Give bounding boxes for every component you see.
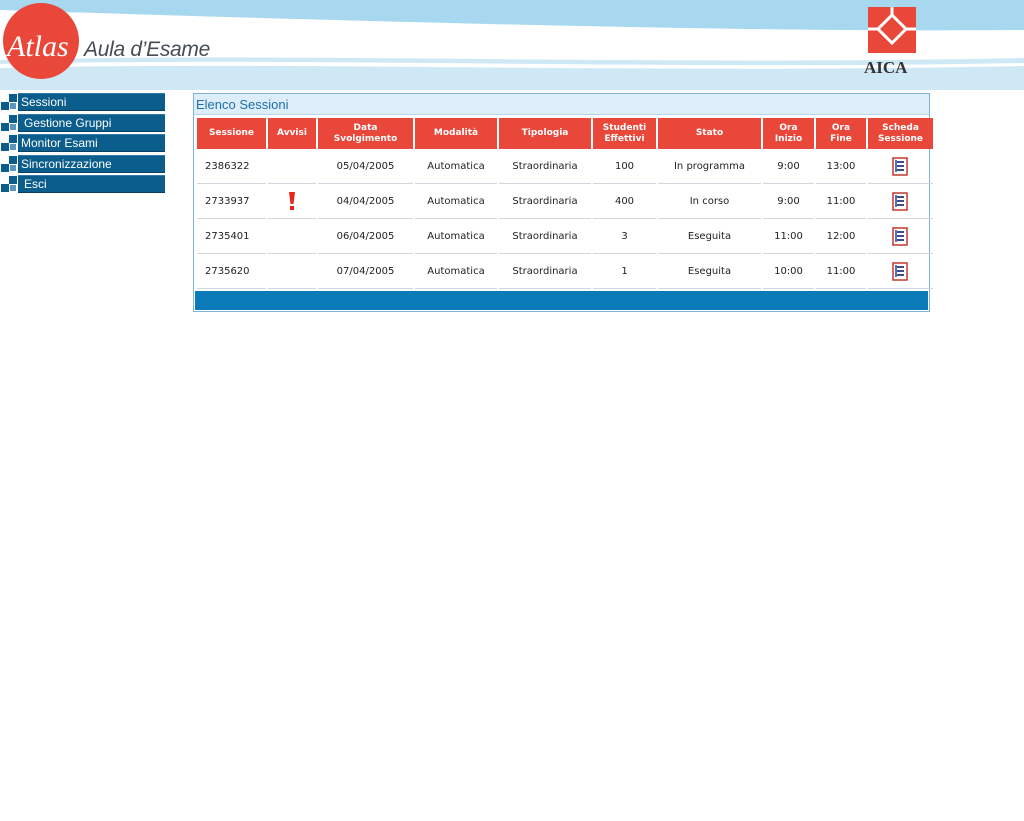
column-header-tipologia[interactable]: Tipologia: [499, 118, 591, 149]
exclamation-icon[interactable]: [288, 191, 296, 211]
panel-header: Elenco Sessioni: [194, 94, 929, 115]
cell-sessione: 2735401: [197, 219, 266, 254]
nav-squares-icon: [1, 114, 17, 131]
cell-avvisi: [268, 184, 316, 219]
panel-title: Elenco Sessioni: [196, 97, 289, 112]
cell-avvisi: [268, 254, 316, 289]
column-header-sessione[interactable]: Sessione: [197, 118, 266, 149]
sidebar-item-label: Sincronizzazione: [21, 156, 112, 171]
sidebar-item-label: Esci: [24, 177, 47, 191]
app-header: Atlas Aula d’Esame AICA: [0, 0, 1024, 90]
cell-ora-inizio: 9:00: [763, 184, 814, 219]
cell-scheda: [868, 184, 933, 219]
cell-sessione: 2733937: [197, 184, 266, 219]
cell-tipologia: Straordinaria: [499, 219, 591, 254]
column-header-scheda-sessione[interactable]: Scheda Sessione: [868, 118, 933, 149]
cell-ora-inizio: 10:00: [763, 254, 814, 289]
table-row[interactable]: 2735620 07/04/2005 Automatica Straordina…: [197, 254, 933, 289]
cell-ora-inizio: 11:00: [763, 219, 814, 254]
document-icon[interactable]: [892, 191, 909, 211]
svg-text:AICA: AICA: [864, 58, 908, 77]
sidebar-item-monitor-esami[interactable]: Monitor Esami: [0, 134, 165, 152]
cell-avvisi: [268, 149, 316, 184]
cell-tipologia: Straordinaria: [499, 149, 591, 184]
cell-tipologia: Straordinaria: [499, 184, 591, 219]
cell-data: 05/04/2005: [318, 149, 413, 184]
nav-squares-icon: [1, 155, 17, 172]
svg-text:Atlas: Atlas: [5, 30, 69, 63]
cell-ora-fine: 11:00: [816, 254, 866, 289]
cell-modalita: Automatica: [415, 184, 497, 219]
table-row[interactable]: 2386322 05/04/2005 Automatica Straordina…: [197, 149, 933, 184]
cell-stato: In programma: [658, 149, 761, 184]
cell-modalita: Automatica: [415, 149, 497, 184]
cell-stato: Eseguita: [658, 254, 761, 289]
sessions-table: Sessione Avvisi Data Svolgimento Modalit…: [195, 118, 935, 289]
sidebar-item-label: Gestione Gruppi: [24, 115, 112, 130]
table-header-row: Sessione Avvisi Data Svolgimento Modalit…: [197, 118, 933, 149]
sidebar-item-label: Monitor Esami: [21, 136, 98, 150]
sidebar-item-esci[interactable]: Esci: [0, 175, 165, 193]
table-row[interactable]: 2733937 04/04/2005 Automatica Straordina…: [197, 184, 933, 219]
column-header-modalita[interactable]: Modalità: [415, 118, 497, 149]
nav-squares-icon: [1, 176, 17, 192]
atlas-logo[interactable]: Atlas: [2, 2, 82, 80]
cell-data: 04/04/2005: [318, 184, 413, 219]
document-icon[interactable]: [892, 226, 909, 246]
sidebar-item-label: Sessioni: [21, 95, 67, 109]
aica-logo[interactable]: AICA: [862, 5, 924, 77]
column-header-studenti-effettivi[interactable]: Studenti Effettivi: [593, 118, 656, 149]
cell-data: 06/04/2005: [318, 219, 413, 254]
cell-data: 07/04/2005: [318, 254, 413, 289]
document-icon[interactable]: [892, 156, 909, 176]
cell-ora-fine: 12:00: [816, 219, 866, 254]
cell-stato: In corso: [658, 184, 761, 219]
sessions-panel: Elenco Sessioni Sessione Avvisi Data Svo…: [193, 93, 933, 312]
nav-squares-icon: [1, 94, 17, 110]
cell-scheda: [868, 219, 933, 254]
cell-scheda: [868, 149, 933, 184]
cell-avvisi: [268, 219, 316, 254]
cell-sessione: 2386322: [197, 149, 266, 184]
document-icon[interactable]: [892, 261, 909, 281]
sidebar-item-gestione-gruppi[interactable]: Gestione Gruppi: [0, 113, 165, 132]
cell-ora-inizio: 9:00: [763, 149, 814, 184]
cell-modalita: Automatica: [415, 254, 497, 289]
column-header-stato[interactable]: Stato: [658, 118, 761, 149]
column-header-avvisi[interactable]: Avvisi: [268, 118, 316, 149]
cell-scheda: [868, 254, 933, 289]
column-header-ora-inizio[interactable]: Ora Inizio: [763, 118, 814, 149]
cell-studenti: 100: [593, 149, 656, 184]
cell-ora-fine: 13:00: [816, 149, 866, 184]
sidebar-item-sessioni[interactable]: Sessioni: [0, 93, 165, 111]
cell-modalita: Automatica: [415, 219, 497, 254]
cell-studenti: 3: [593, 219, 656, 254]
column-header-data-svolgimento[interactable]: Data Svolgimento: [318, 118, 413, 149]
sidebar-nav: Sessioni Gestione Gruppi Monitor Esami S…: [0, 93, 165, 196]
panel-footer-bar: [195, 291, 928, 310]
cell-sessione: 2735620: [197, 254, 266, 289]
cell-studenti: 400: [593, 184, 656, 219]
cell-ora-fine: 11:00: [816, 184, 866, 219]
cell-tipologia: Straordinaria: [499, 254, 591, 289]
table-row[interactable]: 2735401 06/04/2005 Automatica Straordina…: [197, 219, 933, 254]
app-subtitle: Aula d’Esame: [84, 38, 210, 61]
nav-squares-icon: [1, 135, 17, 151]
cell-studenti: 1: [593, 254, 656, 289]
sidebar-item-sincronizzazione[interactable]: Sincronizzazione: [0, 154, 165, 173]
cell-stato: Eseguita: [658, 219, 761, 254]
column-header-ora-fine[interactable]: Ora Fine: [816, 118, 866, 149]
